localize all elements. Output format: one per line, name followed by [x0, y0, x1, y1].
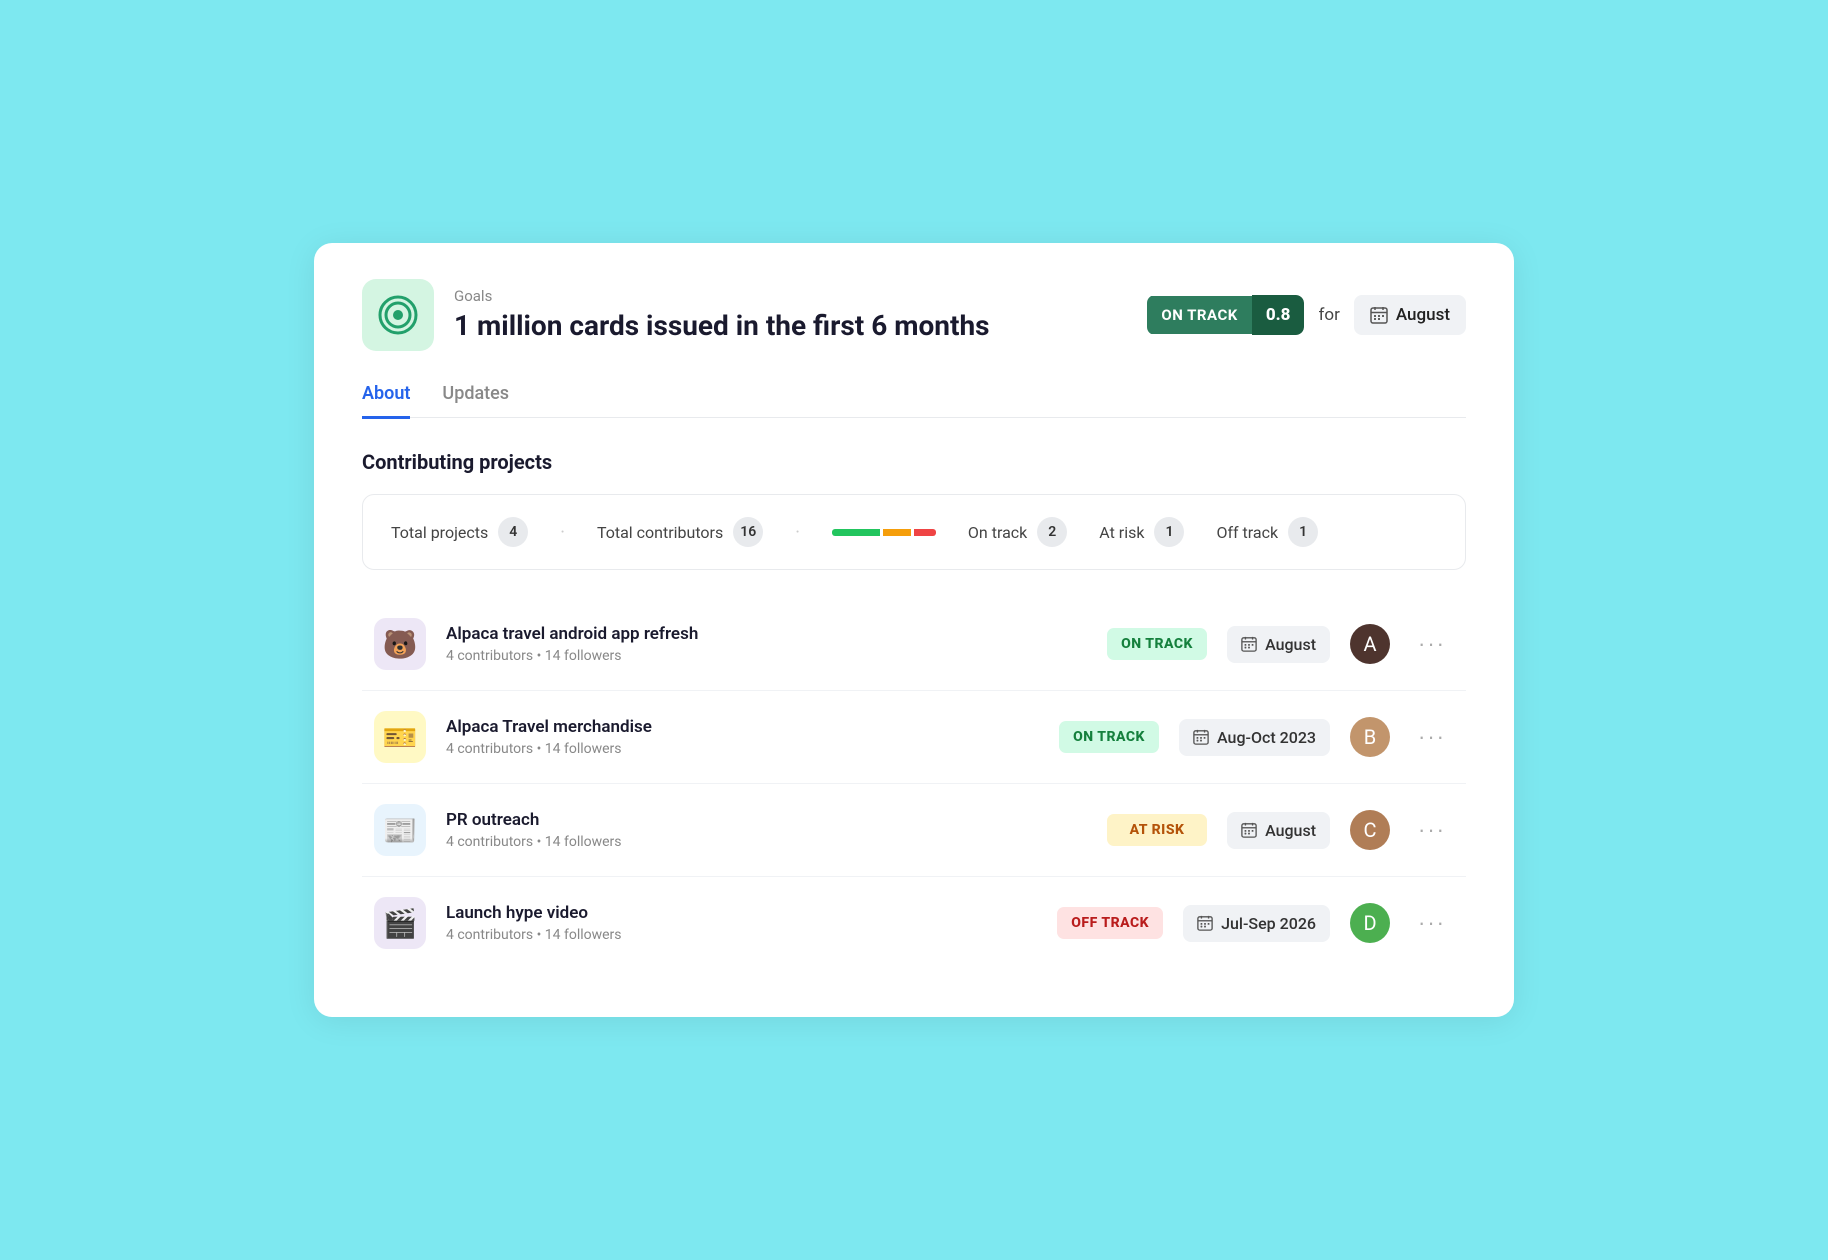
off-track-item: Off track 1	[1216, 517, 1318, 547]
project-status-3: AT RISK	[1107, 814, 1207, 846]
project-row-4[interactable]: 🎬 Launch hype video 4 contributors • 14 …	[362, 877, 1466, 969]
avatar-4: D	[1350, 903, 1390, 943]
project-meta-3: 4 contributors • 14 followers	[446, 834, 1087, 850]
project-meta-1: 4 contributors • 14 followers	[446, 648, 1087, 664]
calendar-icon-3	[1241, 822, 1257, 838]
calendar-icon	[1370, 306, 1388, 324]
at-risk-count: 1	[1154, 517, 1184, 547]
project-meta-4: 4 contributors • 14 followers	[446, 927, 1037, 943]
projects-list: 🐻 Alpaca travel android app refresh 4 co…	[362, 598, 1466, 969]
bar-orange	[883, 529, 911, 536]
on-track-count: 2	[1037, 517, 1067, 547]
project-info-3: PR outreach 4 contributors • 14 follower…	[446, 810, 1087, 850]
more-button-4[interactable]: ···	[1410, 906, 1454, 940]
on-track-label: On track	[968, 523, 1027, 542]
divider1: ·	[560, 522, 565, 543]
avatar-1: A	[1350, 624, 1390, 664]
project-period-1: August	[1227, 626, 1330, 663]
bar-red	[914, 529, 936, 536]
summary-bar: Total projects 4 · Total contributors 16…	[362, 494, 1466, 570]
total-contributors-count: 16	[733, 517, 763, 547]
project-name-1: Alpaca travel android app refresh	[446, 624, 1087, 644]
for-label: for	[1318, 305, 1339, 325]
total-projects-label: Total projects	[391, 523, 488, 542]
project-row-1[interactable]: 🐻 Alpaca travel android app refresh 4 co…	[362, 598, 1466, 691]
divider2: ·	[795, 522, 800, 543]
status-badge-label: ON TRACK	[1147, 296, 1251, 334]
project-status-4: OFF TRACK	[1057, 907, 1163, 939]
project-row-3[interactable]: 📰 PR outreach 4 contributors • 14 follow…	[362, 784, 1466, 877]
off-track-label: Off track	[1216, 523, 1278, 542]
bar-green	[832, 529, 880, 536]
project-icon-4: 🎬	[374, 897, 426, 949]
project-period-3: August	[1227, 812, 1330, 849]
main-card: Goals 1 million cards issued in the firs…	[314, 243, 1514, 1018]
more-button-3[interactable]: ···	[1410, 813, 1454, 847]
project-status-1: ON TRACK	[1107, 628, 1207, 660]
project-period-2: Aug-Oct 2023	[1179, 719, 1330, 756]
at-risk-item: At risk 1	[1099, 517, 1184, 547]
calendar-icon-2	[1193, 729, 1209, 745]
project-info-1: Alpaca travel android app refresh 4 cont…	[446, 624, 1087, 664]
project-row-2[interactable]: 🎫 Alpaca Travel merchandise 4 contributo…	[362, 691, 1466, 784]
avatar-3: C	[1350, 810, 1390, 850]
on-track-item: On track 2	[968, 517, 1067, 547]
project-status-2: ON TRACK	[1059, 721, 1159, 753]
tab-updates[interactable]: Updates	[442, 383, 509, 419]
tabs: About Updates	[362, 383, 1466, 419]
project-name-4: Launch hype video	[446, 903, 1037, 923]
section-title: Contributing projects	[362, 450, 1466, 474]
progress-bars	[832, 529, 936, 536]
project-period-4: Jul-Sep 2026	[1183, 905, 1330, 942]
total-projects-count: 4	[498, 517, 528, 547]
header-left: Goals 1 million cards issued in the firs…	[362, 279, 990, 351]
tab-about[interactable]: About	[362, 383, 410, 419]
calendar-icon-1	[1241, 636, 1257, 652]
goal-meta: Goals 1 million cards issued in the firs…	[454, 287, 990, 342]
off-track-count: 1	[1288, 517, 1318, 547]
header: Goals 1 million cards issued in the firs…	[362, 279, 1466, 351]
project-name-2: Alpaca Travel merchandise	[446, 717, 1039, 737]
goal-icon	[362, 279, 434, 351]
project-meta-2: 4 contributors • 14 followers	[446, 741, 1039, 757]
project-icon-1: 🐻	[374, 618, 426, 670]
month-label: August	[1396, 305, 1450, 325]
project-info-2: Alpaca Travel merchandise 4 contributors…	[446, 717, 1039, 757]
project-icon-3: 📰	[374, 804, 426, 856]
more-button-2[interactable]: ···	[1410, 720, 1454, 754]
avatar-2: B	[1350, 717, 1390, 757]
total-contributors-label: Total contributors	[597, 523, 723, 542]
goal-title: 1 million cards issued in the first 6 mo…	[454, 309, 990, 342]
status-badge-score: 0.8	[1252, 295, 1305, 335]
project-info-4: Launch hype video 4 contributors • 14 fo…	[446, 903, 1037, 943]
total-contributors-item: Total contributors 16	[597, 517, 763, 547]
status-badge: ON TRACK 0.8	[1147, 295, 1304, 335]
project-name-3: PR outreach	[446, 810, 1087, 830]
goal-label: Goals	[454, 287, 990, 305]
project-icon-2: 🎫	[374, 711, 426, 763]
more-button-1[interactable]: ···	[1410, 627, 1454, 661]
calendar-icon-4	[1197, 915, 1213, 931]
month-badge[interactable]: August	[1354, 295, 1466, 335]
at-risk-label: At risk	[1099, 523, 1144, 542]
header-right: ON TRACK 0.8 for August	[1147, 295, 1466, 335]
total-projects-item: Total projects 4	[391, 517, 528, 547]
